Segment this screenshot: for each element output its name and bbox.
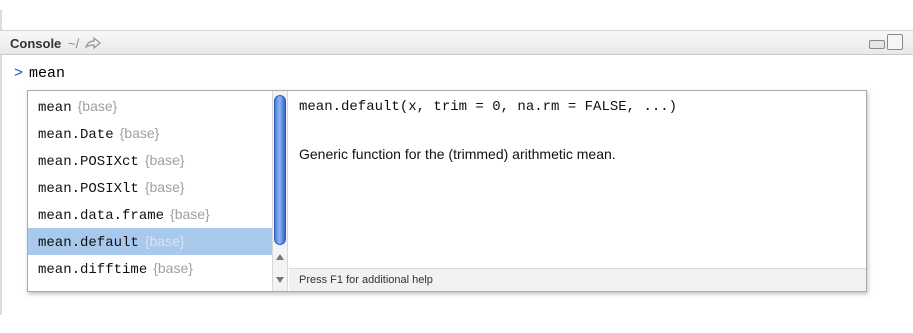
console-input-line[interactable]: > mean xyxy=(14,65,65,82)
completion-item[interactable]: mean.POSIXlt {base} xyxy=(28,174,272,201)
pane-title[interactable]: Console xyxy=(10,36,61,51)
navigate-arrow-icon[interactable] xyxy=(84,35,102,51)
top-strip xyxy=(0,0,913,10)
completion-function-name: mean.Date xyxy=(38,127,114,143)
completion-item[interactable]: mean.difftime {base} xyxy=(28,255,272,282)
maximize-icon[interactable] xyxy=(887,34,903,50)
console-toolbar: Console ~/ xyxy=(0,30,913,55)
scroll-up-icon[interactable] xyxy=(276,254,284,260)
completion-function-name: mean.POSIXlt xyxy=(38,181,139,197)
completion-package-name: {base} xyxy=(144,233,185,249)
rstudio-console-pane: Console ~/ > mean mean {base} mean.Date {bas… xyxy=(0,0,913,333)
window-controls xyxy=(869,34,909,50)
completion-package-name: {base} xyxy=(170,206,210,222)
completion-list: mean {base} mean.Date {base} mean.POSIXct {ba… xyxy=(28,91,272,291)
completion-scrollbar[interactable] xyxy=(272,91,288,291)
function-description: Generic function for the (trimmed) arith… xyxy=(299,146,616,162)
completion-function-name: mean xyxy=(38,100,72,116)
completion-item[interactable]: mean.POSIXct {base} xyxy=(28,147,272,174)
completion-item[interactable]: mean {base} xyxy=(28,93,272,120)
scroll-thumb[interactable] xyxy=(274,95,286,245)
completion-item[interactable]: mean.Date {base} xyxy=(28,120,272,147)
completion-function-name: mean.POSIXct xyxy=(38,154,139,170)
help-bar: Press F1 for additional help xyxy=(289,268,866,291)
completion-package-name: {base} xyxy=(77,98,118,114)
completion-package-name: {base} xyxy=(119,125,160,141)
completion-package-name: {base} xyxy=(153,260,193,276)
completion-detail: mean.default(x, trim = 0, na.rm = FALSE,… xyxy=(289,91,866,291)
prompt-symbol: > xyxy=(14,65,24,82)
completion-item[interactable]: mean.default {base} xyxy=(28,228,272,255)
completion-function-name: mean.data.frame xyxy=(38,208,165,224)
function-signature: mean.default(x, trim = 0, na.rm = FALSE,… xyxy=(299,99,678,115)
working-directory: ~/ xyxy=(68,36,80,51)
completion-package-name: {base} xyxy=(144,179,185,195)
completion-function-name: mean.difftime xyxy=(38,262,148,278)
left-edge xyxy=(0,10,2,315)
completion-item[interactable]: mean.data.frame {base} xyxy=(28,201,272,228)
completion-function-name: mean.default xyxy=(38,235,139,251)
minimize-icon[interactable] xyxy=(869,40,885,49)
scroll-down-icon[interactable] xyxy=(276,277,284,283)
console-command[interactable]: mean xyxy=(29,65,65,82)
autocomplete-popup: mean {base} mean.Date {base} mean.POSIXct {ba… xyxy=(27,90,867,292)
completion-package-name: {base} xyxy=(144,152,185,168)
help-hint: Press F1 for additional help xyxy=(299,274,433,286)
